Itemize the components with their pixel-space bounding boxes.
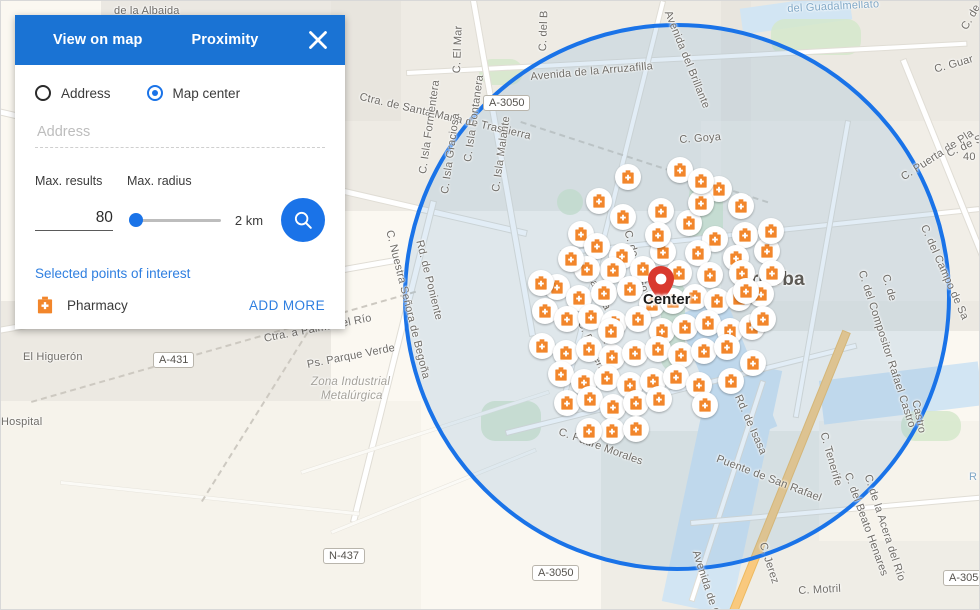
poi-marker-pharmacy[interactable]	[645, 222, 671, 248]
poi-marker-pharmacy[interactable]	[554, 390, 580, 416]
search-button[interactable]	[281, 198, 325, 242]
poi-marker-pharmacy[interactable]	[558, 246, 584, 272]
poi-marker-pharmacy[interactable]	[750, 306, 776, 332]
poi-marker-pharmacy[interactable]	[599, 418, 625, 444]
center-marker-label: Center	[643, 291, 691, 308]
close-icon[interactable]	[303, 25, 333, 55]
poi-marker-pharmacy[interactable]	[625, 306, 651, 332]
mode-radio-group: Address Map center	[35, 85, 325, 101]
poi-marker-pharmacy[interactable]	[610, 204, 636, 230]
poi-marker-pharmacy[interactable]	[692, 392, 718, 418]
map-street-label: C. El Mar	[451, 25, 465, 74]
poi-marker-pharmacy[interactable]	[646, 386, 672, 412]
map-street-label: Zona Industrial	[311, 376, 391, 388]
poi-marker-pharmacy[interactable]	[576, 418, 602, 444]
poi-marker-pharmacy[interactable]	[594, 365, 620, 391]
map-street-label: 40	[963, 151, 976, 163]
control-labels: Max. results Max. radius	[35, 174, 325, 188]
poi-marker-pharmacy[interactable]	[697, 262, 723, 288]
map-street-label: R	[969, 471, 978, 483]
route-shield: A-3050	[483, 95, 531, 111]
panel-body: Address Map center Max. results Max. rad…	[15, 65, 345, 329]
poi-marker-pharmacy[interactable]	[688, 168, 714, 194]
poi-section-title: Selected points of interest	[35, 266, 191, 281]
tab-view-on-map[interactable]: View on map	[53, 32, 142, 48]
map-street-label: El Higuerón	[23, 351, 83, 363]
poi-marker-pharmacy[interactable]	[623, 390, 649, 416]
poi-marker-pharmacy[interactable]	[622, 340, 648, 366]
route-shield: N-437	[323, 548, 365, 564]
radio-map-center-dot	[146, 85, 163, 101]
max-radius-value: 2 km	[234, 212, 264, 228]
poi-marker-pharmacy[interactable]	[645, 336, 671, 362]
tab-proximity[interactable]: Proximity	[191, 32, 258, 48]
max-radius-label: Max. radius	[127, 174, 192, 188]
max-results-value[interactable]: 80	[35, 209, 113, 227]
pharmacy-icon	[35, 295, 55, 315]
poi-marker-pharmacy[interactable]	[672, 314, 698, 340]
poi-marker-pharmacy[interactable]	[586, 188, 612, 214]
max-radius-slider[interactable]	[128, 212, 221, 228]
slider-thumb[interactable]	[128, 213, 143, 227]
poi-marker-pharmacy[interactable]	[600, 394, 626, 420]
poi-marker-pharmacy[interactable]	[598, 318, 624, 344]
screenshot-root: de la Albaida C. El Mar C. del B C. Goya C. …	[0, 0, 980, 610]
control-row: 80 2 km	[35, 198, 325, 242]
address-input[interactable]	[35, 123, 329, 141]
search-icon	[294, 211, 312, 229]
route-shield: A-431	[153, 352, 195, 368]
panel-header: View on map Proximity	[15, 15, 345, 65]
poi-marker-pharmacy[interactable]	[740, 350, 766, 376]
max-results-label: Max. results	[35, 174, 103, 188]
poi-marker-pharmacy[interactable]	[554, 306, 580, 332]
poi-marker-pharmacy[interactable]	[528, 270, 554, 296]
poi-name: Pharmacy	[67, 297, 128, 313]
poi-list-item: Pharmacy ADD MORE	[35, 295, 325, 315]
poi-marker-pharmacy[interactable]	[718, 368, 744, 394]
radio-address-label: Address	[61, 85, 111, 101]
proximity-panel: View on map Proximity Address Map center	[15, 15, 345, 329]
poi-marker-pharmacy[interactable]	[758, 218, 784, 244]
poi-marker-pharmacy[interactable]	[714, 334, 740, 360]
poi-marker-pharmacy[interactable]	[615, 164, 641, 190]
poi-marker-pharmacy[interactable]	[691, 338, 717, 364]
radio-map-center[interactable]: Map center	[146, 85, 241, 101]
poi-marker-pharmacy[interactable]	[648, 198, 674, 224]
map-street-label: Metalúrgica	[321, 390, 383, 402]
add-more-button[interactable]: ADD MORE	[249, 298, 325, 313]
map-street-label: Hospital	[1, 416, 43, 428]
poi-marker-pharmacy[interactable]	[728, 193, 754, 219]
poi-marker-pharmacy[interactable]	[529, 333, 555, 359]
map-street-label: C. Motril	[798, 582, 842, 597]
max-results-field[interactable]: 80	[35, 209, 113, 231]
poi-marker-pharmacy[interactable]	[733, 278, 759, 304]
poi-marker-pharmacy[interactable]	[591, 280, 617, 306]
address-field-wrapper	[35, 123, 329, 148]
poi-marker-pharmacy[interactable]	[623, 416, 649, 442]
route-shield: A-3050	[943, 570, 979, 586]
radio-address[interactable]: Address	[35, 85, 111, 101]
radio-address-dot	[35, 85, 51, 101]
route-shield: A-3050	[532, 565, 580, 581]
radio-map-center-label: Map center	[172, 85, 241, 101]
map-street-label: C. del B	[537, 10, 551, 52]
